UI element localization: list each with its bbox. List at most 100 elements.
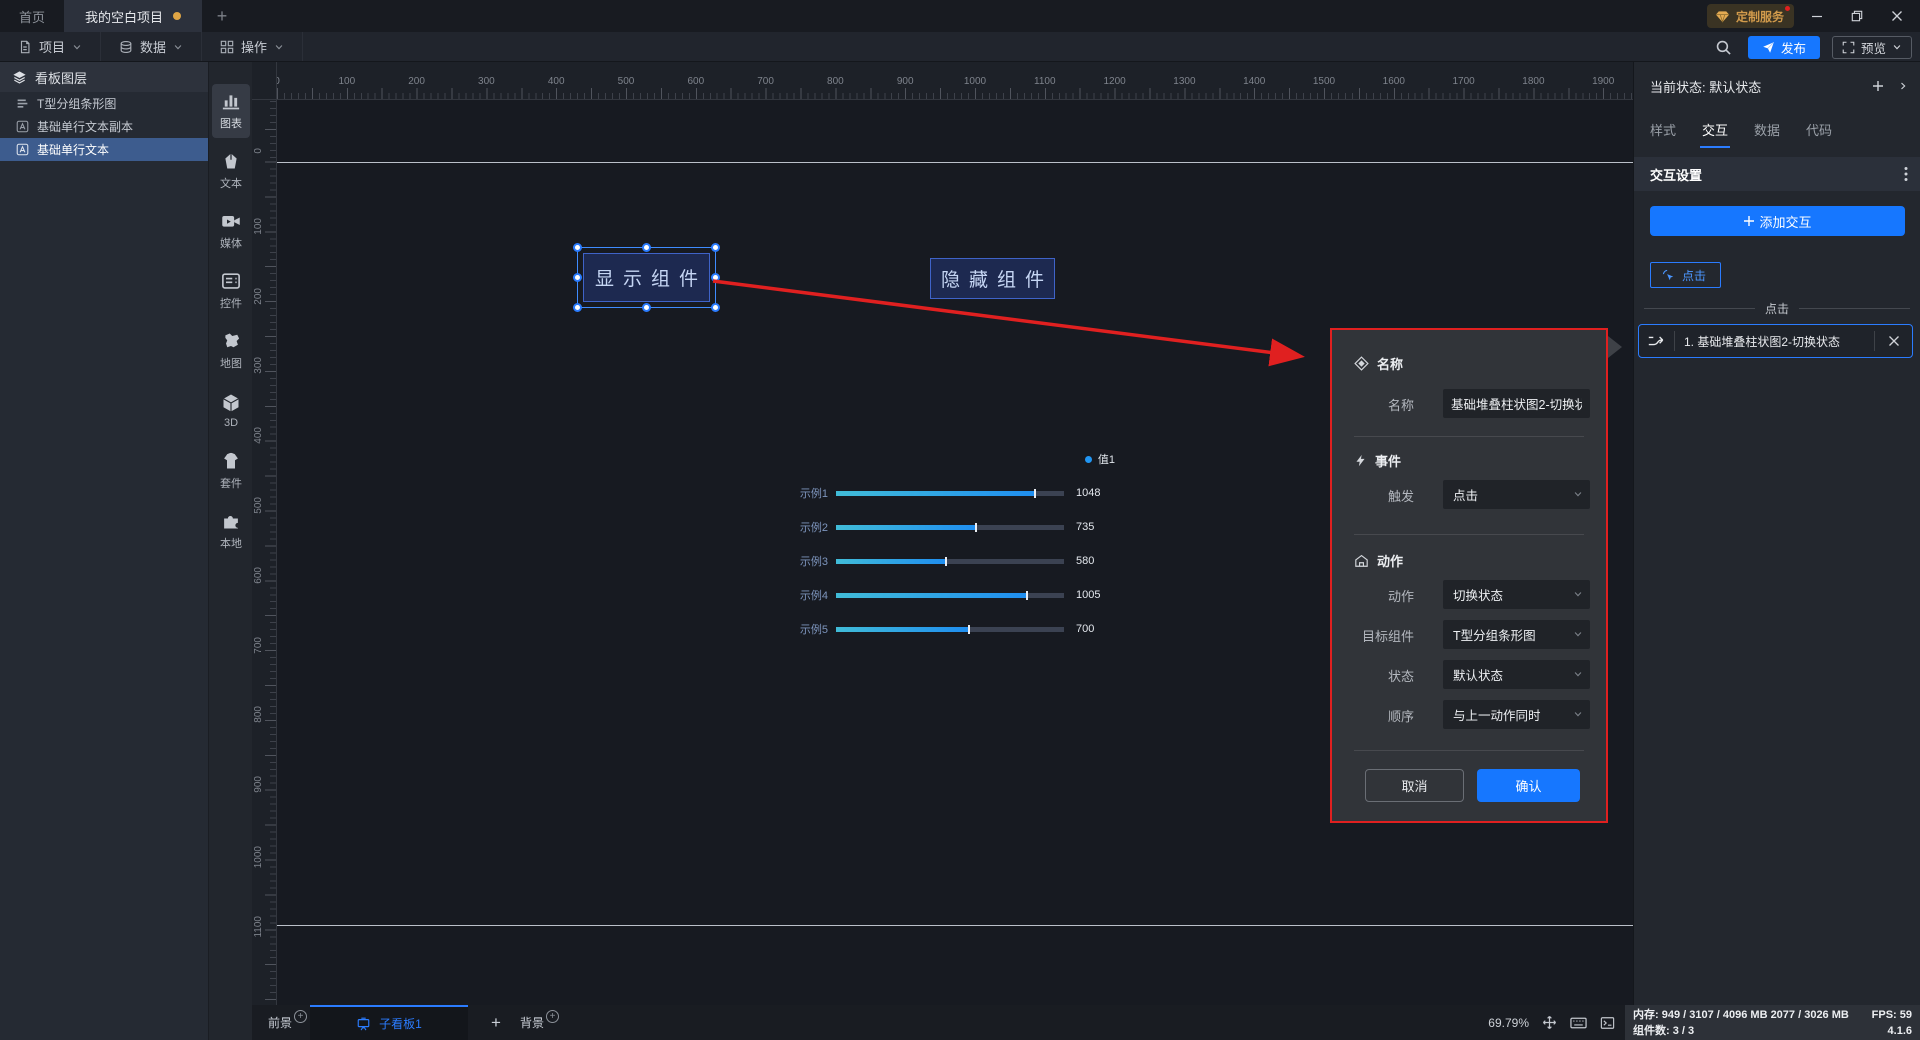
layer-item[interactable]: 基础单行文本副本 (0, 115, 208, 138)
chart-bar-track (836, 556, 1064, 566)
popup-select-状态[interactable]: 默认状态 (1443, 660, 1590, 689)
ruler-horizontal: 0 100 200 300 400 500 600 700 800 900 1000 1100 1200… (274, 62, 1633, 100)
resize-handle[interactable] (642, 303, 651, 312)
strip-item-控件[interactable]: 控件 (212, 264, 250, 318)
add-foreground-icon[interactable]: + (294, 1010, 308, 1023)
menu-项目[interactable]: 项目 (0, 32, 102, 61)
fit-screen-icon[interactable] (1542, 1015, 1557, 1030)
trigger-select[interactable]: 点击 (1443, 480, 1590, 509)
chevron-down-icon (1573, 669, 1583, 679)
notification-dot (1785, 6, 1790, 11)
tab-交互[interactable]: 交互 (1700, 120, 1731, 148)
resize-handle[interactable] (642, 243, 651, 252)
strip-item-地图[interactable]: 地图 (212, 324, 250, 378)
confirm-button[interactable]: 确认 (1477, 769, 1580, 802)
resize-handle[interactable] (711, 243, 720, 252)
kebab-menu-icon[interactable] (1904, 166, 1908, 182)
show-component-button[interactable]: 显示组件 (583, 253, 710, 302)
minimize-button[interactable] (1800, 0, 1834, 32)
tab-样式[interactable]: 样式 (1650, 120, 1676, 148)
ruler-h-label: 200 (408, 76, 425, 87)
popup-select-目标组件[interactable]: T型分组条形图 (1443, 620, 1590, 649)
strip-item-图表[interactable]: 图表 (212, 84, 250, 138)
foreground-button[interactable]: 前景 + (268, 1005, 308, 1040)
resize-handle[interactable] (711, 303, 720, 312)
tab-代码[interactable]: 代码 (1806, 120, 1832, 148)
console-icon[interactable] (1600, 1016, 1615, 1030)
resize-handle[interactable] (573, 273, 582, 282)
board-icon (356, 1017, 371, 1031)
resize-handle[interactable] (573, 303, 582, 312)
add-board-button[interactable]: + (482, 1005, 510, 1040)
chart-bar-fill (836, 624, 970, 634)
ruler-h-label: 1100 (1034, 76, 1056, 87)
subboard-tab[interactable]: 子看板1 (310, 1005, 468, 1040)
action-section-title: 动作 (1377, 554, 1404, 569)
publish-button[interactable]: 发布 (1747, 35, 1820, 59)
name-input[interactable] (1443, 389, 1590, 418)
tab-home[interactable]: 首页 (0, 0, 64, 32)
interaction-popup: 名称 名称 事件 触发 点击 动作 动作切换状态目标组件T型分组条形图状态默认状… (1330, 328, 1622, 823)
media-icon (221, 211, 241, 231)
add-interaction-button[interactable]: 添加交互 (1650, 206, 1905, 236)
click-filter-chip[interactable]: 点击 (1650, 262, 1722, 288)
zoom-level[interactable]: 69.79% (1488, 1016, 1529, 1030)
popup-select-动作[interactable]: 切换状态 (1443, 580, 1590, 609)
custom-service-badge[interactable]: 定制服务 (1706, 4, 1794, 28)
add-interaction-label: 添加交互 (1759, 214, 1812, 230)
tab-数据[interactable]: 数据 (1754, 120, 1780, 148)
chart-category-label: 示例2 (799, 522, 828, 534)
layer-item[interactable]: T型分组条形图 (0, 92, 208, 115)
strip-item-3D[interactable]: 3D (212, 384, 250, 438)
bar-chart-component[interactable]: 值1 示例1 1048 示例2 735 示例3 580 示例4 1005 示例5 700 (792, 447, 1127, 662)
menu-数据[interactable]: 数据 (101, 32, 203, 61)
custom-service-label: 定制服务 (1735, 9, 1784, 24)
strip-item-label: 地图 (220, 358, 242, 370)
show-component-widget[interactable]: 显示组件 (573, 243, 720, 312)
plus-icon (1743, 215, 1755, 227)
ruler-v-label: 300 (253, 357, 264, 375)
add-state-icon[interactable] (1872, 80, 1884, 92)
toolbar: 项目 数据 操作 发布 预览 (0, 32, 1920, 62)
canvas[interactable]: 0 100 200 300 400 500 600 700 800 900 1000 1100 1200… (252, 62, 1633, 1005)
chart-value-label: 1048 (1076, 487, 1101, 499)
resize-handle[interactable] (711, 273, 720, 282)
keyboard-shortcuts-icon[interactable] (1570, 1016, 1587, 1030)
chart-icon (221, 91, 241, 111)
popup-select-顺序[interactable]: 与上一动作同时 (1443, 700, 1590, 729)
strip-item-本地[interactable]: 本地 (212, 504, 250, 558)
layer-item[interactable]: 基础单行文本 (0, 138, 208, 161)
hide-component-button[interactable]: 隐藏组件 (930, 258, 1055, 299)
chart-bar-track (836, 522, 1064, 532)
tab-home-label: 首页 (18, 9, 45, 25)
ruler-corner (252, 62, 277, 100)
ruler-v-label: 400 (253, 427, 264, 444)
resize-handle[interactable] (573, 243, 582, 252)
tab-project-active[interactable]: 我的空白项目 (64, 0, 202, 32)
interaction-item[interactable]: 1. 基础堆叠柱状图2-切换状态 (1638, 324, 1913, 358)
chevron-right-icon[interactable] (1898, 81, 1908, 91)
chart-row: 示例4 1005 (792, 578, 1127, 612)
strip-item-媒体[interactable]: 媒体 (212, 204, 250, 258)
add-background-icon[interactable]: + (546, 1010, 560, 1023)
background-button[interactable]: 背景 + (520, 1005, 560, 1040)
text-box-icon (16, 143, 29, 156)
maximize-button[interactable] (1840, 0, 1874, 32)
layer-item-label: 基础单行文本 (37, 143, 110, 157)
map-icon (221, 331, 241, 351)
cancel-button[interactable]: 取消 (1365, 769, 1464, 802)
strip-item-文本[interactable]: 文本 (212, 144, 250, 198)
remove-interaction-icon[interactable] (1884, 335, 1904, 347)
ruler-h-label: 600 (687, 76, 705, 87)
close-button[interactable] (1880, 0, 1914, 32)
search-icon[interactable] (1711, 39, 1736, 56)
menu-操作[interactable]: 操作 (202, 32, 304, 61)
layer-item-label: 基础单行文本副本 (37, 120, 134, 134)
new-tab-button[interactable]: + (202, 0, 242, 32)
layers-panel-header: 看板图层 (0, 62, 208, 92)
popup-row-label: 目标组件 (1361, 629, 1414, 644)
ruler-h-label: 1900 (1592, 76, 1615, 87)
divider (1874, 331, 1875, 351)
preview-button[interactable]: 预览 (1831, 35, 1912, 59)
strip-item-套件[interactable]: 套件 (212, 444, 250, 498)
